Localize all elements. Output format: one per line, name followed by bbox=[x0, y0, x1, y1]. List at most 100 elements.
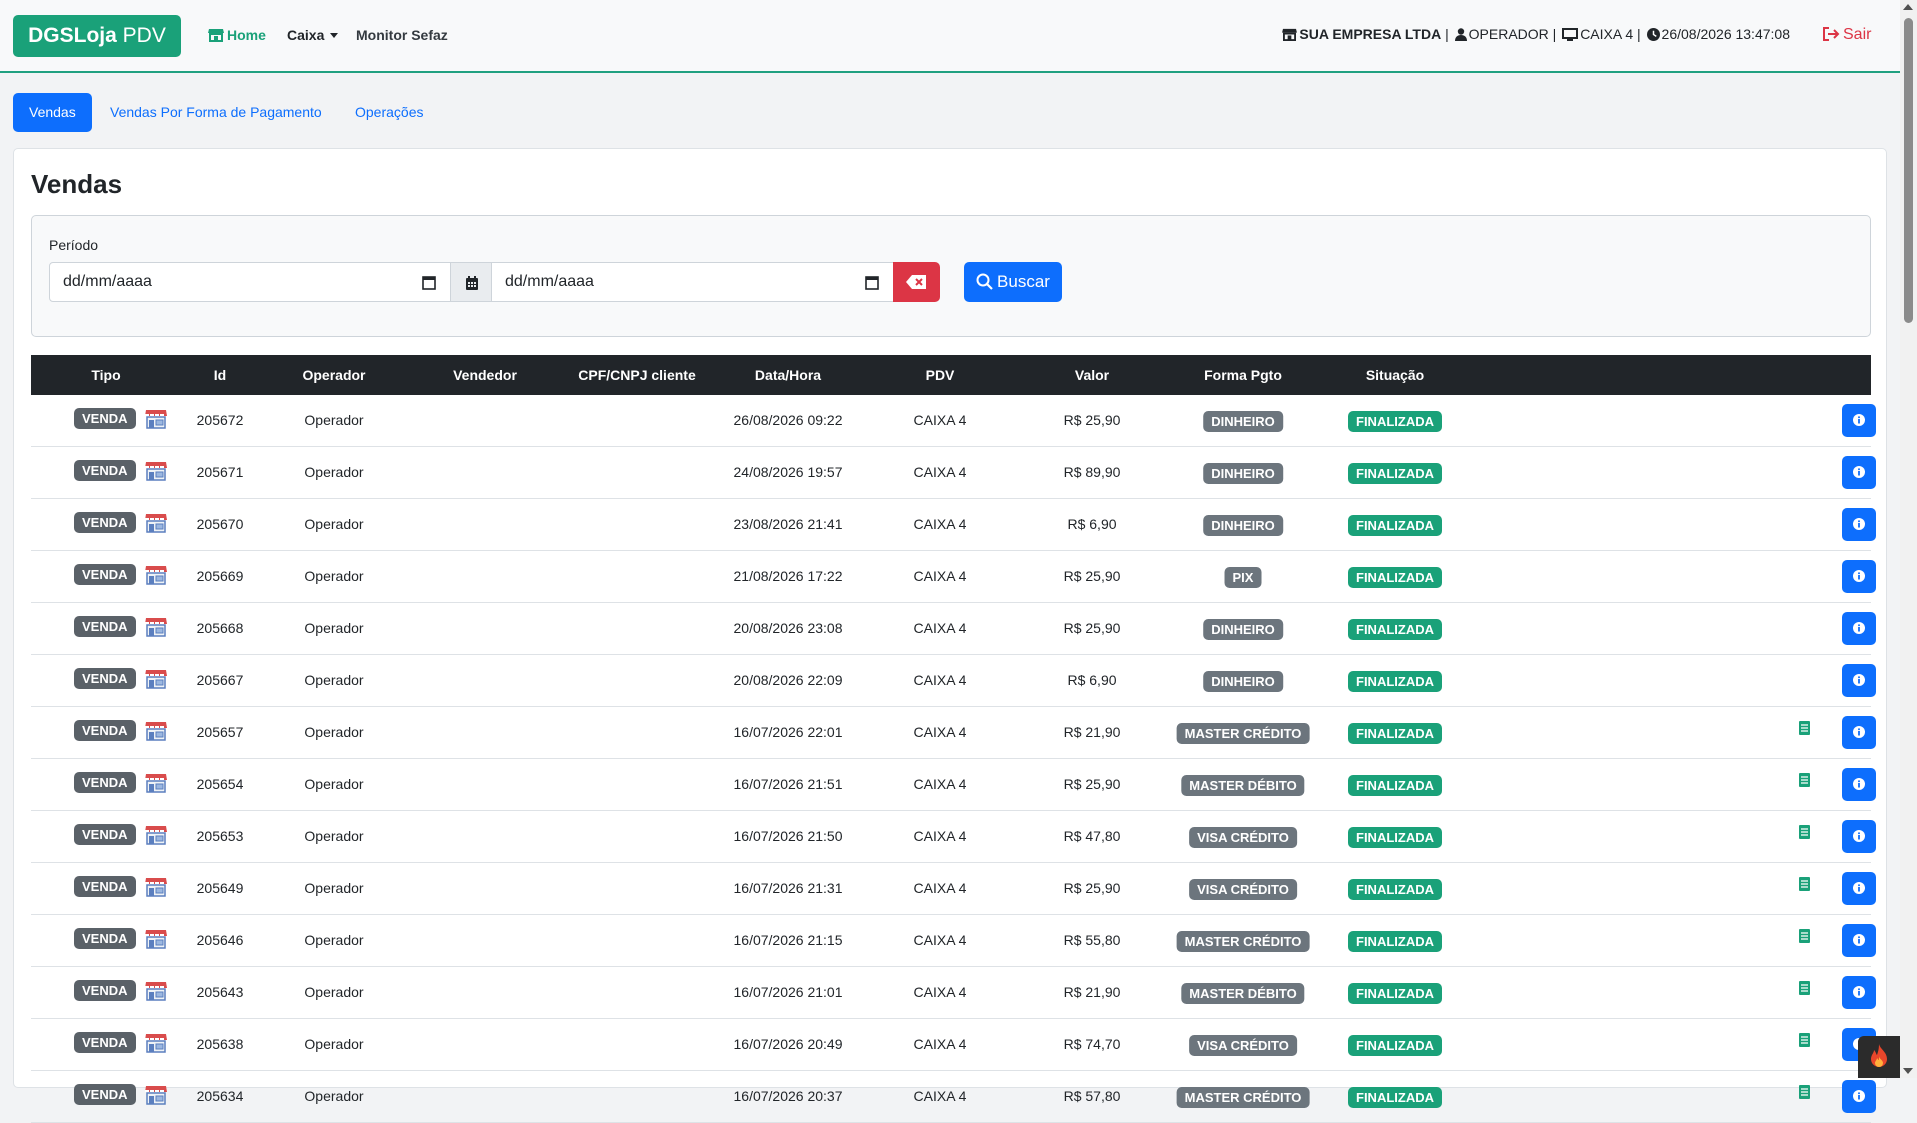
tipo-badge: VENDA bbox=[74, 1084, 136, 1105]
status-badge: FINALIZADA bbox=[1348, 410, 1442, 432]
details-button[interactable] bbox=[1842, 716, 1876, 749]
cell-operador: Operador bbox=[304, 672, 364, 688]
cell-valor: R$ 55,80 bbox=[1063, 932, 1121, 948]
receipt-icon[interactable] bbox=[1799, 929, 1810, 946]
store-icon bbox=[145, 825, 167, 848]
details-button[interactable] bbox=[1842, 508, 1876, 541]
cell-pdv: CAIXA 4 bbox=[913, 932, 967, 948]
column-header: Data/Hora bbox=[754, 367, 822, 383]
desktop-icon bbox=[1562, 28, 1579, 41]
details-button[interactable] bbox=[1842, 872, 1876, 905]
payment-badge: DINHEIRO bbox=[1203, 618, 1283, 640]
info-circle-icon bbox=[1853, 726, 1865, 738]
column-header: Operador bbox=[302, 367, 366, 383]
scroll-thumb[interactable] bbox=[1904, 18, 1913, 323]
details-button[interactable] bbox=[1842, 820, 1876, 853]
tab-operacoes[interactable]: Operações bbox=[339, 93, 439, 132]
column-header: CPF/CNPJ cliente bbox=[578, 367, 696, 383]
cell-id: 205638 bbox=[196, 1036, 244, 1052]
cell-valor: R$ 47,80 bbox=[1063, 828, 1121, 844]
receipt-icon[interactable] bbox=[1799, 1033, 1810, 1050]
date-to-input[interactable]: dd/mm/aaaa bbox=[491, 262, 894, 302]
sales-table: Tipo Id Operador Vendedor CPF/CNPJ cliente Da… bbox=[31, 355, 1876, 1123]
scroll-up-arrow-icon[interactable] bbox=[1903, 4, 1913, 10]
sign-out-icon bbox=[1823, 27, 1840, 41]
payment-badge: DINHEIRO bbox=[1203, 410, 1283, 432]
cell-operador: Operador bbox=[304, 724, 364, 740]
cell-id: 205646 bbox=[196, 932, 244, 948]
cell-forma: VISA CRÉDITO bbox=[1189, 811, 1297, 862]
cell-forma: MASTER CRÉDITO bbox=[1176, 915, 1310, 966]
receipt-icon[interactable] bbox=[1799, 1085, 1810, 1102]
table-header: Tipo Id Operador Vendedor CPF/CNPJ cliente Da… bbox=[31, 355, 1871, 395]
cell-forma: VISA CRÉDITO bbox=[1189, 863, 1297, 914]
date-from-input[interactable]: dd/mm/aaaa bbox=[49, 262, 451, 302]
cell-valor: R$ 25,90 bbox=[1063, 568, 1121, 584]
payment-badge: MASTER CRÉDITO bbox=[1176, 1086, 1310, 1108]
cell-forma: MASTER DÉBITO bbox=[1181, 759, 1305, 810]
column-header: Situação bbox=[1365, 367, 1425, 383]
cell-pdv: CAIXA 4 bbox=[913, 568, 967, 584]
details-button[interactable] bbox=[1842, 924, 1876, 957]
details-button[interactable] bbox=[1842, 456, 1876, 489]
store-icon bbox=[145, 877, 167, 900]
receipt-icon[interactable] bbox=[1799, 825, 1810, 842]
payment-badge: VISA CRÉDITO bbox=[1189, 1034, 1297, 1056]
receipt-icon[interactable] bbox=[1799, 981, 1810, 998]
details-button[interactable] bbox=[1842, 664, 1876, 697]
cell-datahora: 23/08/2026 21:41 bbox=[733, 516, 843, 532]
details-button[interactable] bbox=[1842, 1080, 1876, 1113]
details-button[interactable] bbox=[1842, 976, 1876, 1009]
info-circle-icon bbox=[1853, 414, 1865, 426]
tipo-badge: VENDA bbox=[74, 980, 136, 1001]
payment-badge: MASTER DÉBITO bbox=[1181, 982, 1305, 1004]
cell-pdv: CAIXA 4 bbox=[913, 1088, 967, 1104]
terminal-name: CAIXA 4 bbox=[1580, 26, 1634, 42]
calendar-icon[interactable] bbox=[422, 275, 436, 290]
info-circle-icon bbox=[1853, 622, 1865, 634]
details-button[interactable] bbox=[1842, 612, 1876, 645]
page-scrollbar[interactable] bbox=[1900, 0, 1917, 1078]
table-row: VENDA 205646 Operador 16/07/2026 21:15 CAIXA… bbox=[31, 915, 1876, 967]
search-button[interactable]: Buscar bbox=[964, 262, 1062, 302]
payment-badge: PIX bbox=[1224, 566, 1262, 588]
cell-forma: PIX bbox=[1224, 551, 1262, 602]
nav-monitor-sefaz-link[interactable]: Monitor Sefaz bbox=[356, 27, 448, 43]
tab-vendas-por-forma-pagamento[interactable]: Vendas Por Forma de Pagamento bbox=[94, 93, 338, 132]
tipo-badge: VENDA bbox=[74, 928, 136, 949]
brand-logo[interactable]: DGSLoja PDV bbox=[13, 15, 181, 57]
cell-operador: Operador bbox=[304, 1036, 364, 1052]
cell-operador: Operador bbox=[304, 464, 364, 480]
details-button[interactable] bbox=[1842, 560, 1876, 593]
receipt-icon[interactable] bbox=[1799, 773, 1810, 790]
receipt-icon[interactable] bbox=[1799, 877, 1810, 894]
cell-datahora: 16/07/2026 21:51 bbox=[733, 776, 843, 792]
clear-dates-button[interactable] bbox=[893, 262, 940, 302]
cell-operador: Operador bbox=[304, 776, 364, 792]
cell-forma: DINHEIRO bbox=[1203, 655, 1283, 706]
cell-id: 205668 bbox=[196, 620, 244, 636]
top-navbar: DGSLoja PDV Home Caixa Monitor Sefaz SUA… bbox=[0, 0, 1900, 73]
nav-home-link[interactable]: Home bbox=[208, 27, 266, 43]
payment-badge: VISA CRÉDITO bbox=[1189, 826, 1297, 848]
date-range-addon bbox=[450, 262, 492, 302]
receipt-icon[interactable] bbox=[1799, 721, 1810, 738]
cell-pdv: CAIXA 4 bbox=[913, 776, 967, 792]
calendar-icon[interactable] bbox=[865, 275, 879, 290]
logout-link[interactable]: Sair bbox=[1822, 26, 1871, 44]
cell-valor: R$ 25,90 bbox=[1063, 412, 1121, 428]
cell-id: 205653 bbox=[196, 828, 244, 844]
store-icon bbox=[1282, 28, 1298, 41]
info-circle-icon bbox=[1853, 830, 1865, 842]
details-button[interactable] bbox=[1842, 768, 1876, 801]
payment-badge: MASTER DÉBITO bbox=[1181, 774, 1305, 796]
details-button[interactable] bbox=[1842, 404, 1876, 437]
status-badge: FINALIZADA bbox=[1348, 566, 1442, 588]
floating-action-button[interactable] bbox=[1858, 1036, 1900, 1078]
tab-vendas[interactable]: Vendas bbox=[13, 93, 92, 132]
scroll-down-arrow-icon[interactable] bbox=[1903, 1068, 1913, 1074]
cell-operador: Operador bbox=[304, 412, 364, 428]
store-icon bbox=[145, 721, 167, 744]
nav-caixa-dropdown[interactable]: Caixa bbox=[287, 27, 339, 43]
info-circle-icon bbox=[1853, 570, 1865, 582]
